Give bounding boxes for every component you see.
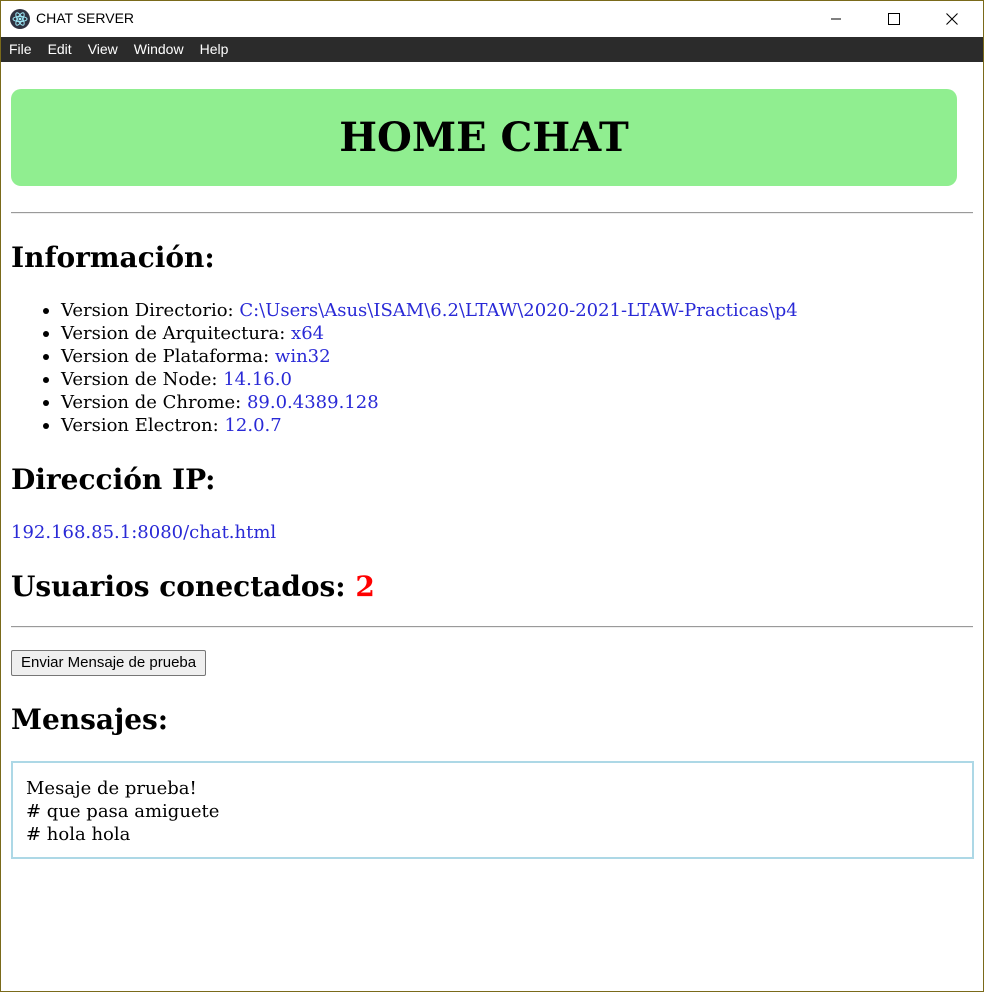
close-icon <box>946 12 958 25</box>
window-title: CHAT SERVER <box>36 10 135 26</box>
list-item: Version de Arquitectura: x64 <box>11 322 798 345</box>
info-value: 14.16.0 <box>223 369 292 390</box>
users-heading: Usuarios conectados: 2 <box>11 570 375 603</box>
list-item: Version de Chrome: 89.0.4389.128 <box>11 391 798 414</box>
page-title: HOME CHAT <box>339 113 629 161</box>
menu-help[interactable]: Help <box>192 37 237 62</box>
message-line: # hola hola <box>26 824 131 845</box>
info-label: Version de Chrome: <box>61 392 247 413</box>
list-item: Version Directorio: C:\Users\Asus\ISAM\6… <box>11 299 798 322</box>
menu-window[interactable]: Window <box>126 37 192 62</box>
info-value: win32 <box>274 346 331 367</box>
ip-heading: Dirección IP: <box>11 463 216 496</box>
minimize-button[interactable] <box>807 1 865 36</box>
list-item: Version de Node: 14.16.0 <box>11 368 798 391</box>
info-value: C:\Users\Asus\ISAM\6.2\LTAW\2020-2021-LT… <box>239 300 798 321</box>
info-label: Version Directorio: <box>61 300 240 321</box>
info-list: Version Directorio: C:\Users\Asus\ISAM\6… <box>11 299 798 437</box>
info-label: Version de Node: <box>61 369 224 390</box>
info-heading: Información: <box>11 241 215 274</box>
users-label: Usuarios conectados: <box>11 570 356 603</box>
menu-edit[interactable]: Edit <box>40 37 80 62</box>
menu-file[interactable]: File <box>1 37 40 62</box>
header-banner: HOME CHAT <box>11 89 957 186</box>
list-item: Version Electron: 12.0.7 <box>11 414 798 437</box>
messages-box: Mesaje de prueba! # que pasa amiguete # … <box>11 761 974 859</box>
info-label: Version Electron: <box>61 415 225 436</box>
info-label: Version de Arquitectura: <box>61 323 292 344</box>
messages-heading: Mensajes: <box>11 703 169 736</box>
menu-view[interactable]: View <box>80 37 126 62</box>
electron-icon <box>10 9 30 29</box>
maximize-button[interactable] <box>865 1 923 36</box>
info-value: x64 <box>291 323 325 344</box>
minimize-icon <box>831 18 841 19</box>
maximize-icon <box>888 12 900 25</box>
list-item: Version de Plataforma: win32 <box>11 345 798 368</box>
divider <box>11 212 973 214</box>
message-line: # que pasa amiguete <box>26 801 220 822</box>
info-label: Version de Plataforma: <box>61 346 275 367</box>
menu-bar: File Edit View Window Help <box>1 37 983 62</box>
send-test-message-button[interactable]: Enviar Mensaje de prueba <box>11 650 207 676</box>
divider <box>11 626 973 628</box>
ip-address: 192.168.85.1:8080/chat.html <box>11 522 277 543</box>
user-count: 2 <box>355 570 375 603</box>
title-bar[interactable]: CHAT SERVER <box>1 1 983 36</box>
info-value: 12.0.7 <box>224 415 282 436</box>
message-line: Mesaje de prueba! <box>26 778 197 799</box>
close-button[interactable] <box>923 1 981 36</box>
info-value: 89.0.4389.128 <box>246 392 379 413</box>
